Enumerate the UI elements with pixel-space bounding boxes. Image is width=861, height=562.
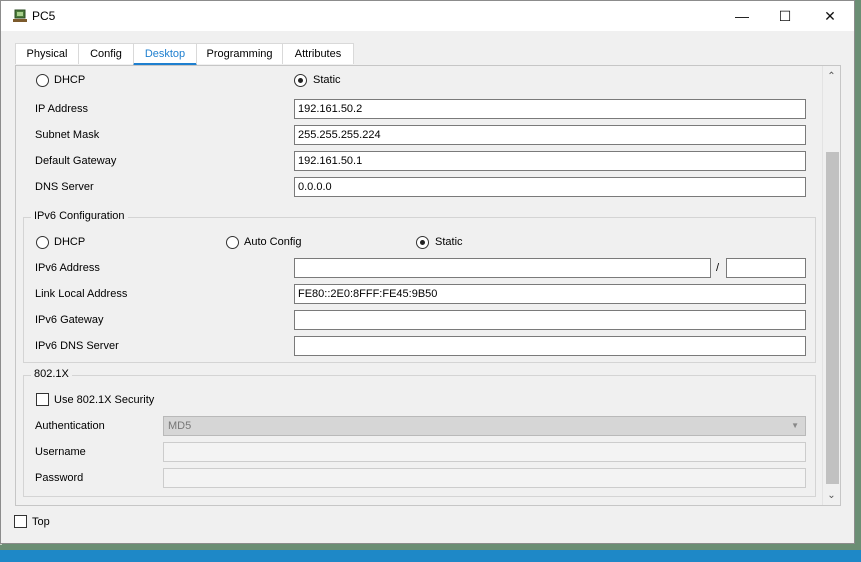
- dns-server-field[interactable]: 0.0.0.0: [294, 177, 806, 197]
- ipv4-dhcp-radio[interactable]: [36, 74, 49, 87]
- password-field[interactable]: [163, 468, 806, 488]
- pc-app-icon: [13, 9, 27, 22]
- tab-programming[interactable]: Programming: [196, 43, 283, 64]
- ipv6-dns-server-field[interactable]: [294, 336, 806, 356]
- ip-address-label: IP Address: [35, 103, 88, 115]
- pc-window: PC5 — ☐ ✕ Physical Config Desktop Progra…: [0, 0, 855, 544]
- ipv6-dhcp-radio[interactable]: [36, 236, 49, 249]
- scroll-down-icon[interactable]: ⌄: [823, 487, 840, 504]
- maximize-button[interactable]: ☐: [762, 1, 808, 31]
- ipv6-auto-config-radio[interactable]: [226, 236, 239, 249]
- ipv6-dns-server-label: IPv6 DNS Server: [35, 340, 119, 352]
- tab-config[interactable]: Config: [78, 43, 134, 64]
- tab-desktop[interactable]: Desktop: [133, 43, 197, 66]
- minimize-button[interactable]: —: [719, 1, 765, 31]
- taskbar-strip: [0, 550, 861, 562]
- username-label: Username: [35, 446, 86, 458]
- tab-attributes[interactable]: Attributes: [282, 43, 354, 64]
- vertical-scrollbar[interactable]: ⌃ ⌄: [822, 66, 840, 505]
- scrollbar-thumb[interactable]: [826, 152, 839, 484]
- ipv6-static-label: Static: [435, 236, 463, 248]
- ipv4-static-radio[interactable]: [294, 74, 307, 87]
- use-8021x-checkbox[interactable]: [36, 393, 49, 406]
- use-8021x-label: Use 802.1X Security: [54, 394, 155, 406]
- chevron-down-icon: ▼: [791, 421, 799, 430]
- title-bar: PC5 — ☐ ✕: [1, 1, 854, 31]
- top-checkbox[interactable]: [14, 515, 27, 528]
- authentication-select[interactable]: MD5 ▼: [163, 416, 806, 436]
- dns-server-label: DNS Server: [35, 181, 94, 193]
- ipv4-static-label: Static: [313, 74, 341, 86]
- ip-address-field[interactable]: 192.161.50.2: [294, 99, 806, 119]
- ipv6-prefix-field[interactable]: [726, 258, 806, 278]
- authentication-label: Authentication: [35, 420, 105, 432]
- default-gateway-label: Default Gateway: [35, 155, 117, 167]
- subnet-mask-field[interactable]: 255.255.255.224: [294, 125, 806, 145]
- authentication-value: MD5: [168, 420, 192, 432]
- link-local-address-field[interactable]: FE80::2E0:8FFF:FE45:9B50: [294, 284, 806, 304]
- top-label: Top: [32, 516, 50, 528]
- link-local-address-label: Link Local Address: [35, 288, 128, 300]
- close-button[interactable]: ✕: [807, 1, 853, 31]
- ipv6-static-radio[interactable]: [416, 236, 429, 249]
- window-title: PC5: [32, 9, 56, 23]
- ipv6-gateway-field[interactable]: [294, 310, 806, 330]
- ipv6-dhcp-label: DHCP: [54, 236, 86, 248]
- ipv4-dhcp-label: DHCP: [54, 74, 86, 86]
- prefix-separator: /: [716, 262, 720, 274]
- subnet-mask-label: Subnet Mask: [35, 129, 100, 141]
- scroll-content: DHCP Static IP Address 192.161.50.2 Subn…: [16, 66, 824, 505]
- ip-configuration-panel: DHCP Static IP Address 192.161.50.2 Subn…: [15, 65, 841, 506]
- tab-physical[interactable]: Physical: [15, 43, 79, 64]
- dot1x-group-title: 802.1X: [31, 368, 72, 380]
- password-label: Password: [35, 472, 84, 484]
- default-gateway-field[interactable]: 192.161.50.1: [294, 151, 806, 171]
- username-field[interactable]: [163, 442, 806, 462]
- ipv6-address-label: IPv6 Address: [35, 262, 100, 274]
- ipv6-auto-config-label: Auto Config: [244, 236, 302, 248]
- scroll-up-icon[interactable]: ⌃: [823, 68, 840, 85]
- ipv6-address-field[interactable]: [294, 258, 711, 278]
- ipv6-gateway-label: IPv6 Gateway: [35, 314, 104, 326]
- ipv6-group-title: IPv6 Configuration: [31, 210, 128, 222]
